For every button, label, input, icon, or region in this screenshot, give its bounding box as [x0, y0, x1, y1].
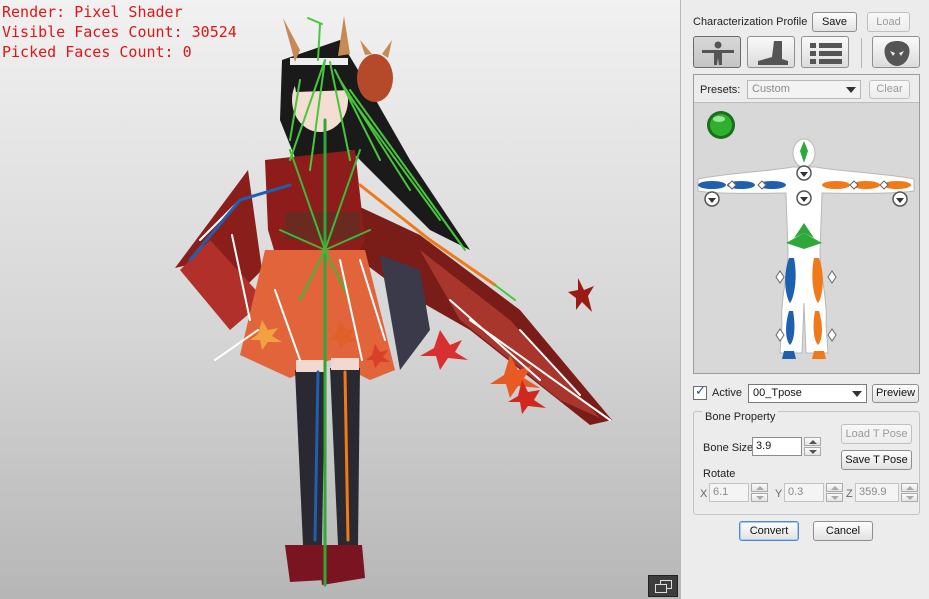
- left-horn: [283, 18, 300, 62]
- presets-label: Presets:: [700, 84, 741, 96]
- pose-value: 00_Tpose: [753, 387, 802, 399]
- tab-mask[interactable]: [872, 36, 920, 68]
- foot-icon: [758, 41, 788, 65]
- bone-size-field[interactable]: 3.9: [752, 437, 802, 456]
- pose-select[interactable]: 00_Tpose: [748, 384, 867, 403]
- rotate-x-label: X: [700, 488, 708, 500]
- tab-foot[interactable]: [747, 36, 795, 68]
- convert-button[interactable]: Convert: [739, 521, 799, 541]
- presets-bar: Presets: Custom Clear: [694, 75, 919, 103]
- right-thigh: [331, 358, 359, 370]
- checkmark-icon: ✓: [695, 384, 706, 399]
- list-icon: [810, 43, 842, 64]
- bone-size-label: Bone Size: [703, 442, 754, 454]
- left-leg: [295, 370, 325, 545]
- 3d-viewport[interactable]: Render: Pixel Shader Visible Faces Count…: [0, 0, 680, 599]
- load-t-pose-button[interactable]: Load T Pose: [841, 424, 912, 444]
- render-mode-readout: Render: Pixel Shader: [2, 3, 183, 21]
- picked-faces-readout: Picked Faces Count: 0: [2, 43, 192, 61]
- left-thigh: [296, 360, 324, 372]
- save-t-pose-button[interactable]: Save T Pose: [841, 450, 912, 470]
- bone-size-stepper[interactable]: [804, 437, 821, 456]
- mask-icon: [884, 41, 910, 66]
- rotate-y-label: Y: [775, 488, 783, 500]
- active-checkbox[interactable]: ✓: [693, 384, 707, 400]
- right-horn: [338, 16, 350, 56]
- tab-body[interactable]: [693, 36, 741, 68]
- visible-faces-readout: Visible Faces Count: 30524: [2, 23, 237, 41]
- rotate-y-stepper[interactable]: [826, 483, 843, 502]
- chevron-down-icon: [852, 391, 862, 397]
- character-model[interactable]: [0, 0, 680, 599]
- rotate-x-stepper[interactable]: [751, 483, 768, 502]
- restore-window-icon: [655, 584, 667, 593]
- rotate-x-field[interactable]: 6.1: [709, 483, 749, 502]
- presets-value: Custom: [752, 83, 790, 95]
- rotate-z-label: Z: [846, 488, 853, 500]
- preview-button[interactable]: Preview: [872, 384, 919, 403]
- obi-belt: [285, 212, 360, 240]
- clear-button[interactable]: Clear: [869, 80, 910, 99]
- characterization-panel: Characterization Profile Save Load Prese…: [680, 0, 929, 599]
- bone-mapping-panel: Presets: Custom Clear: [693, 74, 920, 374]
- chevron-down-icon: [846, 87, 856, 93]
- profile-label: Characterization Profile: [693, 16, 808, 28]
- characterization-app: Render: Pixel Shader Visible Faces Count…: [0, 0, 929, 599]
- bone-property-title: Bone Property: [702, 411, 779, 423]
- tab-separator: [861, 38, 862, 68]
- rotate-z-stepper[interactable]: [901, 483, 918, 502]
- rotate-label: Rotate: [703, 468, 736, 480]
- load-button[interactable]: Load: [867, 12, 910, 32]
- maple-leaf: [420, 330, 468, 370]
- presets-select[interactable]: Custom: [747, 80, 861, 99]
- oni-mask: [357, 54, 393, 102]
- save-button[interactable]: Save: [812, 12, 857, 32]
- body-mapping-figure: [697, 111, 915, 359]
- body-icon: [702, 41, 734, 65]
- cancel-button[interactable]: Cancel: [813, 521, 873, 541]
- restore-window-button[interactable]: [648, 575, 678, 597]
- active-label: Active: [712, 387, 742, 399]
- tab-list[interactable]: [801, 36, 849, 68]
- rotate-z-field[interactable]: 359.9: [855, 483, 899, 502]
- rotate-y-field[interactable]: 0.3: [784, 483, 824, 502]
- bone-property-group: Bone Property Bone Size 3.9 Load T Pose …: [693, 411, 920, 515]
- maple-leaf: [568, 278, 594, 312]
